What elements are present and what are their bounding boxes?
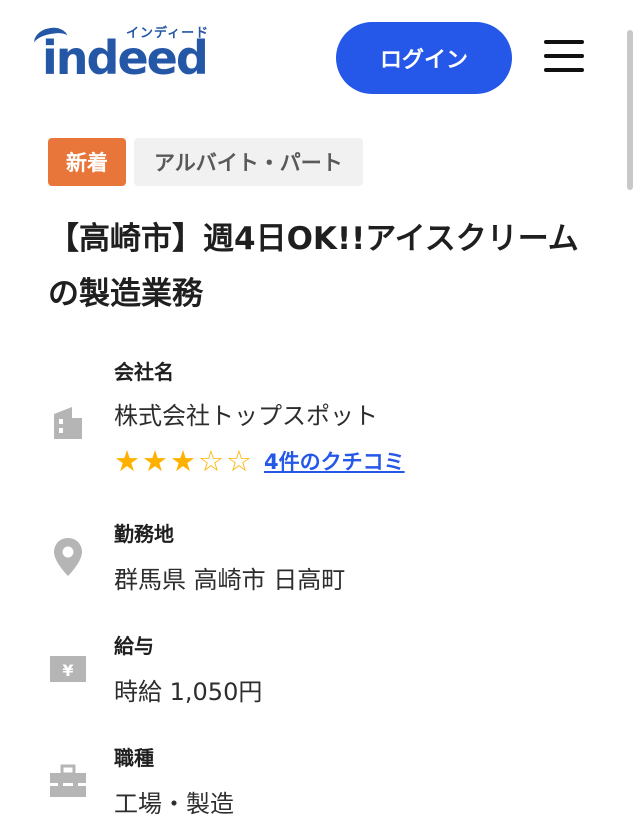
occupation-label: 職種 <box>114 746 154 770</box>
star-filled-icon: ★ <box>114 444 140 478</box>
location-value: 群馬県 高崎市 日高町 <box>114 566 346 594</box>
site-header: indeed インディード ログイン <box>0 0 640 120</box>
company-rating: ★ ★ ★ ☆ ☆ 4件のクチコミ <box>114 444 405 478</box>
svg-text:¥: ¥ <box>62 661 73 680</box>
hamburger-menu-icon[interactable] <box>544 40 584 74</box>
salary-label: 給与 <box>114 634 154 658</box>
occupation-value: 工場・製造 <box>114 790 234 818</box>
star-empty-icon: ☆ <box>226 444 252 478</box>
reviews-link[interactable]: 4件のクチコミ <box>264 446 405 476</box>
building-icon <box>48 402 88 442</box>
logo-kana: インディード <box>126 26 210 41</box>
company-label: 会社名 <box>114 360 174 384</box>
star-empty-icon: ☆ <box>198 444 224 478</box>
map-pin-icon <box>48 536 88 576</box>
indeed-logo[interactable]: indeed インディード <box>31 22 214 85</box>
new-badge: 新着 <box>48 138 126 186</box>
scrollbar[interactable] <box>627 30 633 190</box>
yen-icon: ¥ <box>48 654 88 694</box>
employment-type-badge: アルバイト・パート <box>134 138 363 186</box>
job-title: 【高崎市】週4日OK!!アイスクリームの製造業務 <box>48 221 579 312</box>
briefcase-icon <box>48 764 88 804</box>
salary-value: 時給 1,050円 <box>114 678 263 706</box>
location-label: 勤務地 <box>114 522 174 546</box>
company-name[interactable]: 株式会社トップスポット <box>114 396 378 431</box>
star-filled-icon: ★ <box>170 444 196 478</box>
job-tags: 新着 アルバイト・パート <box>48 138 363 186</box>
star-filled-icon: ★ <box>142 444 168 478</box>
login-button[interactable]: ログイン <box>336 22 512 94</box>
